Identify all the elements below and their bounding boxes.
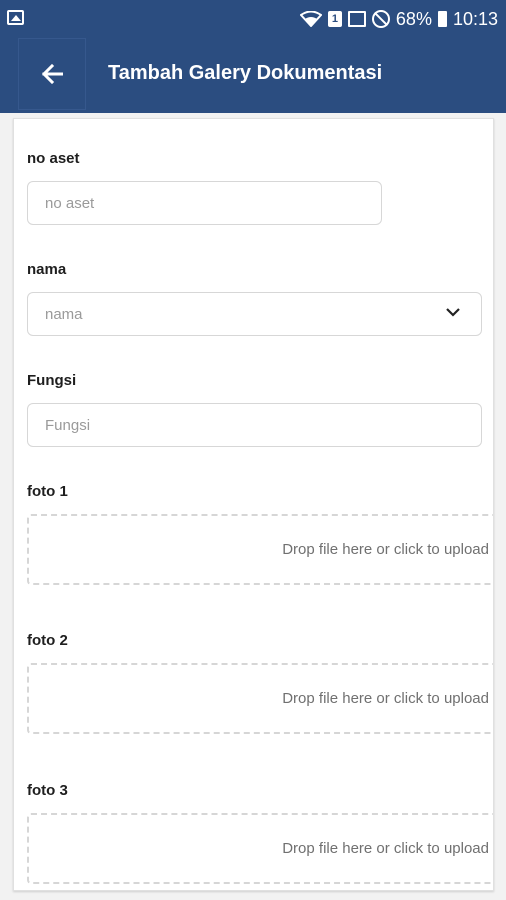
no-aset-label: no aset (27, 150, 80, 167)
foto-1-dropzone-text: Drop file here or click to upload (282, 541, 489, 558)
foto-1-dropzone[interactable]: Drop file here or click to upload (27, 514, 493, 585)
nama-select[interactable]: nama (27, 292, 482, 336)
status-icons: 1 68% 10:13 (299, 8, 498, 30)
no-aset-input[interactable]: no aset (27, 181, 382, 225)
foto-2-dropzone-text: Drop file here or click to upload (282, 690, 489, 707)
foto-2-label: foto 2 (27, 632, 68, 649)
chevron-down-icon (446, 308, 460, 317)
nama-select-value: nama (45, 305, 83, 323)
foto-3-label: foto 3 (27, 782, 68, 799)
foto-3-dropzone[interactable]: Drop file here or click to upload (27, 813, 493, 884)
do-not-disturb-icon (371, 10, 390, 28)
page-title: Tambah Galery Dokumentasi (108, 62, 383, 84)
back-button[interactable] (18, 38, 86, 110)
arrow-left-icon (41, 64, 63, 84)
gallery-notification-icon (7, 10, 24, 25)
fungsi-label: Fungsi (27, 372, 77, 389)
sim-icon: 1 (327, 11, 342, 27)
app-bar: Tambah Galery Dokumentasi (0, 38, 506, 113)
signal-icon (347, 11, 366, 27)
battery-icon (437, 11, 447, 27)
foto-2-dropzone[interactable]: Drop file here or click to upload (27, 663, 493, 734)
fungsi-input[interactable]: Fungsi (27, 403, 482, 447)
foto-1-label: foto 1 (27, 483, 68, 500)
nama-label: nama (27, 261, 67, 278)
clock: 10:13 (452, 8, 498, 29)
wifi-icon (299, 11, 322, 27)
form-card: no aset no aset nama nama Fungsi Fungsi … (13, 118, 494, 891)
battery-percent: 68% (395, 8, 432, 29)
status-bar: 1 68% 10:13 (0, 0, 506, 38)
foto-3-dropzone-text: Drop file here or click to upload (282, 840, 489, 857)
